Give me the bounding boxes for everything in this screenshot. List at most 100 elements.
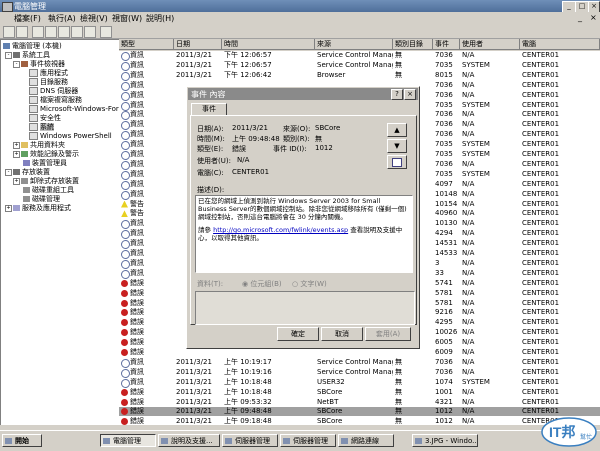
show-hide-tree-icon[interactable]: [45, 26, 57, 38]
task-server-management-2[interactable]: 伺服器管理: [280, 434, 336, 447]
up-icon[interactable]: [32, 26, 44, 38]
cell-type-label: 錯誤: [130, 318, 144, 327]
col-category[interactable]: 類別目錄: [393, 39, 433, 50]
menu-file[interactable]: 檔案(F): [14, 13, 41, 24]
device-manager-icon: [23, 160, 30, 166]
tree-item-directory-service[interactable]: 目錄服務: [29, 78, 68, 87]
forward-icon[interactable]: [16, 26, 28, 38]
data-field[interactable]: [195, 291, 415, 325]
bytes-radio[interactable]: ◉ 位元組(B): [242, 279, 282, 289]
cell-source: USER32: [317, 377, 345, 386]
tree-item-removable-storage[interactable]: + 卸除式存放裝置: [13, 177, 79, 186]
cell-category: 無: [395, 51, 402, 59]
tree-item-disk-management[interactable]: 磁碟管理: [23, 195, 60, 204]
cell-computer: CENTER01: [522, 268, 560, 277]
task-computer-management[interactable]: 電腦管理: [100, 434, 156, 447]
tree-item-services-applications[interactable]: + 服務及應用程式: [5, 204, 71, 213]
tree-item-disk-defragmenter[interactable]: 磁碟重組工具: [23, 186, 74, 195]
col-type[interactable]: 類型: [119, 39, 174, 50]
refresh-icon[interactable]: [71, 26, 83, 38]
col-event[interactable]: 事件: [433, 39, 460, 50]
tree-item-security[interactable]: 安全性: [29, 114, 61, 123]
cell-event: 4097: [435, 179, 453, 188]
copy-event-button[interactable]: [387, 155, 407, 169]
tree-item-device-manager[interactable]: 裝置管理員: [23, 159, 67, 168]
storage-icon: [13, 169, 20, 175]
previous-event-button[interactable]: ▲: [387, 123, 407, 137]
table-row[interactable]: 錯誤 2011/3/21 上午 09:48:48 SBCore 無 1012 N/A CENT…: [119, 407, 600, 417]
description-box[interactable]: 已在您的網域上偵測到執行 Windows Server 2003 for Sma…: [195, 195, 413, 273]
dialog-help-button[interactable]: ?: [391, 89, 403, 100]
table-row[interactable]: 資訊 2011/3/21 下午 12:06:57 Service Control Ma…: [119, 61, 600, 71]
description-help-line: 請參 http://go.microsoft.com/fwlink/events…: [198, 226, 403, 242]
col-user[interactable]: 使用者: [460, 39, 520, 50]
table-row[interactable]: 錯誤 6009 N/A CENTER01: [119, 348, 600, 357]
tree-item-file-replication[interactable]: 檔案複寫服務: [29, 96, 82, 105]
cell-time: 上午 10:18:48: [224, 387, 272, 396]
error-icon: [121, 309, 128, 317]
tree-item-storage[interactable]: - 存放裝置: [5, 168, 50, 177]
table-row[interactable]: 資訊 2011/3/21 上午 10:19:17 Service Control Ma…: [119, 357, 600, 368]
ok-button[interactable]: 確定: [277, 327, 319, 341]
child-close-button[interactable]: ×: [590, 13, 597, 22]
cell-date: 2011/3/21: [176, 357, 212, 366]
properties-icon[interactable]: [58, 26, 70, 38]
warning-icon: [121, 200, 128, 208]
task-server-management-1[interactable]: 伺服器管理: [222, 434, 278, 447]
task-image-viewer[interactable]: 3.JPG - Windo...: [412, 434, 478, 447]
tree-item-microsoft-windows-forwarding[interactable]: Microsoft-Windows-Forv: [29, 105, 119, 114]
task-help-support[interactable]: 說明及支援...: [158, 434, 220, 447]
apply-button[interactable]: 套用(A): [365, 327, 411, 341]
arrow-down-icon: ▼: [394, 142, 400, 150]
info-icon: [121, 111, 130, 121]
cell-computer: CENTER01: [522, 140, 560, 149]
performance-icon: [21, 151, 28, 157]
menu-window[interactable]: 視窗(W): [112, 13, 142, 24]
table-row[interactable]: 錯誤 2011/3/21 上午 10:18:48 SBCore 無 1001 N/A CENT…: [119, 388, 600, 397]
type-label: 類型(E):: [197, 145, 224, 153]
table-row[interactable]: 資訊 2011/3/21 上午 10:19:16 Service Control Ma…: [119, 368, 600, 378]
cell-computer: CENTER01: [522, 328, 560, 337]
tree-item-performance-logs[interactable]: + 效能記錄及警示: [13, 150, 79, 159]
tree-item-dns-server[interactable]: DNS 伺服器: [29, 87, 78, 96]
tree-item-system[interactable]: 系統: [29, 123, 54, 132]
cell-event: 1012: [435, 417, 453, 425]
col-computer[interactable]: 電腦: [520, 39, 600, 50]
table-row[interactable]: 資訊 2011/3/21 上午 10:18:48 USER32 無 1074 SYSTEM C…: [119, 377, 600, 388]
cell-computer: CENTER01: [522, 51, 560, 59]
start-button[interactable]: 開始: [2, 434, 42, 447]
col-date[interactable]: 日期: [174, 39, 222, 50]
cell-type-label: 資訊: [130, 130, 144, 139]
task-network-connections[interactable]: 網路連線: [338, 434, 394, 447]
help-icon[interactable]: [100, 26, 112, 38]
help-link[interactable]: http://go.microsoft.com/fwlink/events.as…: [213, 226, 348, 234]
cancel-button[interactable]: 取消: [321, 327, 363, 341]
col-time[interactable]: 時間: [222, 39, 315, 50]
menu-view[interactable]: 檢視(V): [80, 13, 108, 24]
cell-time: 上午 09:18:48: [224, 417, 272, 425]
tree-item-shared-folders[interactable]: + 共用資料夾: [13, 141, 65, 150]
tree-item-computer-management[interactable]: 電腦管理 (本機): [3, 42, 62, 51]
back-icon[interactable]: [3, 26, 15, 38]
cell-user: N/A: [462, 229, 475, 238]
tree-item-event-viewer[interactable]: - 事件檢視器: [13, 60, 65, 69]
cell-user: SYSTEM: [462, 140, 490, 149]
tree-item-windows-powershell[interactable]: Windows PowerShell: [29, 132, 112, 141]
table-row[interactable]: 錯誤 2011/3/21 上午 09:53:32 NetBT 無 4321 N/A CENTE…: [119, 398, 600, 407]
menu-help[interactable]: 說明(H): [146, 13, 174, 24]
col-source[interactable]: 來源: [315, 39, 393, 50]
cell-type-label: 資訊: [130, 268, 144, 277]
table-row[interactable]: 錯誤 2011/3/21 上午 09:18:48 SBCore 無 1012 N/A CENT…: [119, 417, 600, 425]
dialog-close-button[interactable]: ×: [404, 89, 416, 100]
menu-action[interactable]: 執行(A): [48, 13, 76, 24]
table-row[interactable]: 資訊 2011/3/21 下午 12:06:57 Service Control Ma…: [119, 51, 600, 61]
next-event-button[interactable]: ▼: [387, 139, 407, 153]
child-minimize-button[interactable]: _: [578, 13, 582, 22]
table-row[interactable]: 資訊 2011/3/21 下午 12:06:42 Browser 無 8015 N/A CEN…: [119, 71, 600, 81]
tree-item-application[interactable]: 應用程式: [29, 69, 68, 78]
tree-item-system-tools[interactable]: - 系統工具: [5, 51, 50, 60]
info-icon: [121, 71, 130, 81]
export-list-icon[interactable]: [84, 26, 96, 38]
words-radio[interactable]: ○ 文字(W): [292, 279, 327, 289]
info-icon: [121, 259, 130, 269]
